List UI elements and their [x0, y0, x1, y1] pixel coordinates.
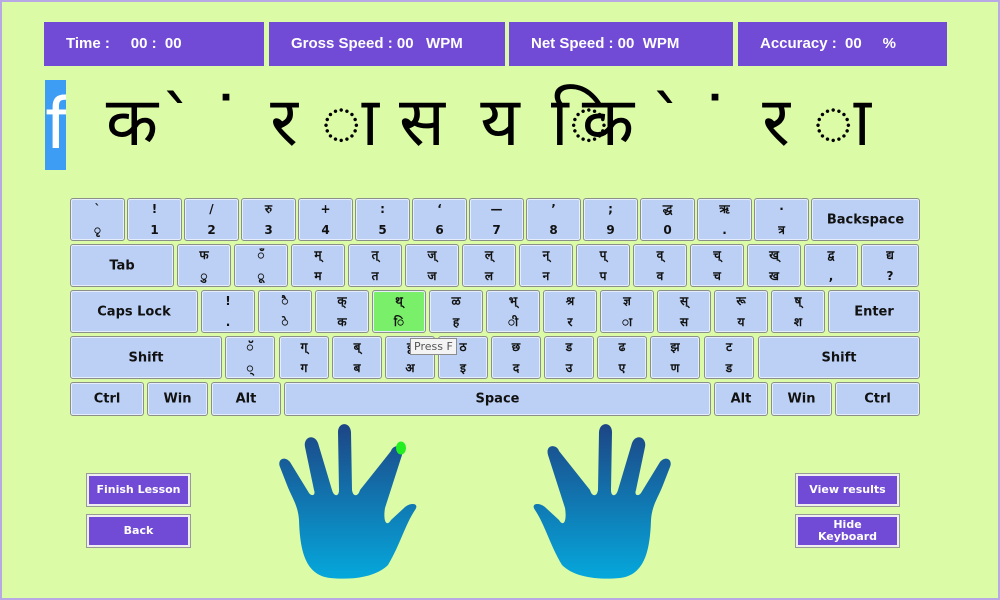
finger-indicator — [396, 441, 406, 455]
right-hand-icon — [533, 424, 671, 579]
view-results-button[interactable]: View results — [795, 473, 900, 507]
hands-illustration — [279, 424, 671, 579]
finish-lesson-button[interactable]: Finish Lesson — [86, 473, 191, 507]
hide-keyboard-button[interactable]: Hide Keyboard — [795, 514, 900, 548]
back-button[interactable]: Back — [86, 514, 191, 548]
left-hand-icon — [279, 424, 417, 579]
